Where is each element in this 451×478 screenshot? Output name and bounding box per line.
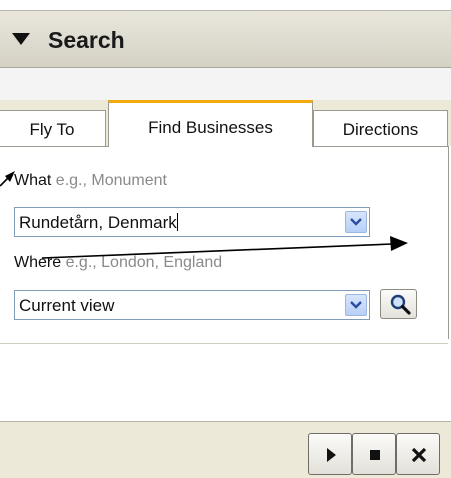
annotation-arrows (0, 171, 408, 259)
tab-find-businesses[interactable]: Find Businesses (108, 100, 313, 147)
